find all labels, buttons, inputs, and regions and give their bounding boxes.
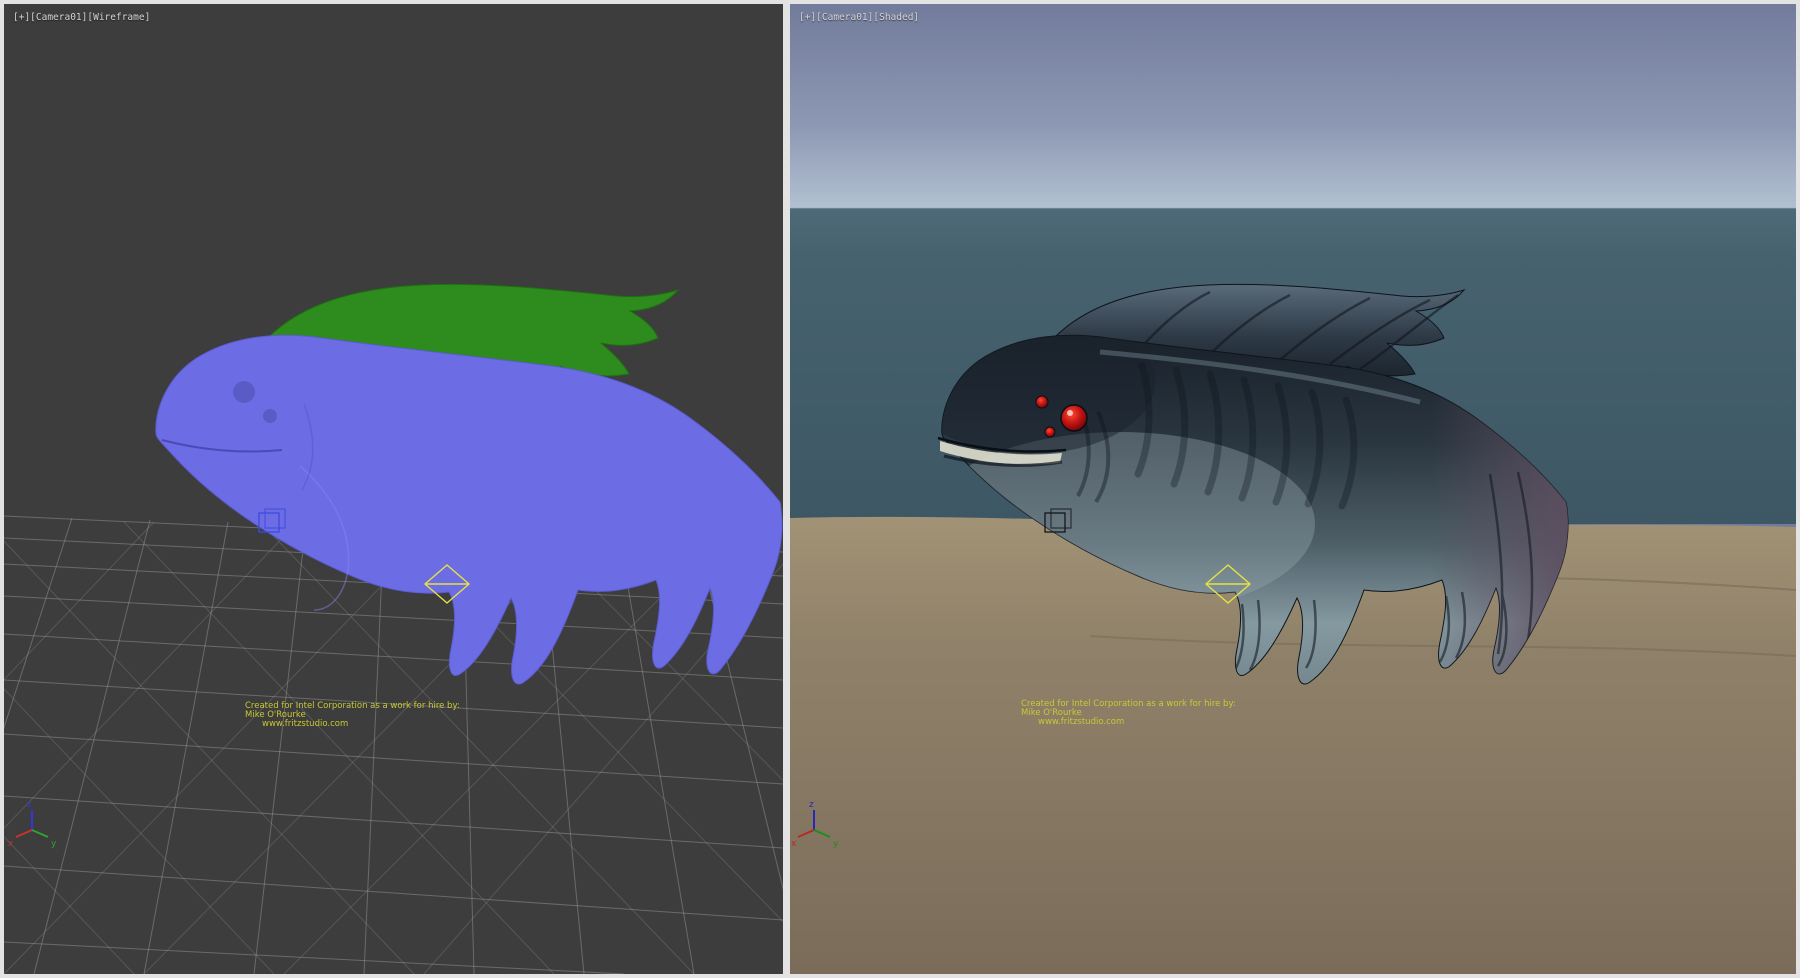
shaded-scene-canvas[interactable]: Created for Intel Corporation as a work … <box>790 4 1796 974</box>
viewport-shaded[interactable]: Created for Intel Corporation as a work … <box>790 4 1796 974</box>
fish-eye-spot <box>233 381 255 403</box>
viewport-menu-general[interactable]: [+] <box>799 12 816 23</box>
svg-text:www.fritzstudio.com: www.fritzstudio.com <box>1038 717 1124 727</box>
svg-text:y: y <box>833 839 839 849</box>
viewport-menu-pov[interactable]: [Camera01] <box>30 12 87 23</box>
svg-text:y: y <box>51 839 57 849</box>
svg-text:z: z <box>27 800 32 810</box>
svg-text:x: x <box>8 839 14 849</box>
svg-text:www.fritzstudio.com: www.fritzstudio.com <box>262 719 348 729</box>
viewport-wireframe[interactable]: Created for Intel Corporation as a work … <box>4 4 783 974</box>
viewport-menu-pov[interactable]: [Camera01] <box>816 12 873 23</box>
viewport-menu-general[interactable]: [+] <box>13 12 30 23</box>
viewport-label: [+][Camera01][Shaded] <box>799 12 919 23</box>
wireframe-scene-canvas[interactable]: Created for Intel Corporation as a work … <box>4 4 783 974</box>
svg-text:x: x <box>791 839 797 849</box>
viewport-workspace: Created for Intel Corporation as a work … <box>0 0 1800 978</box>
eye-highlight <box>1067 410 1073 416</box>
fish-eye-red <box>1036 396 1048 408</box>
sky <box>790 4 1796 210</box>
fish-eye-spot <box>263 409 277 423</box>
svg-text:z: z <box>809 800 814 810</box>
viewport-menu-shading[interactable]: [Shaded] <box>873 12 919 23</box>
viewport-label: [+][Camera01][Wireframe] <box>13 12 150 23</box>
viewport-menu-shading[interactable]: [Wireframe] <box>87 12 150 23</box>
fish-eye-red <box>1061 405 1087 431</box>
fish-eye-red <box>1045 427 1055 437</box>
